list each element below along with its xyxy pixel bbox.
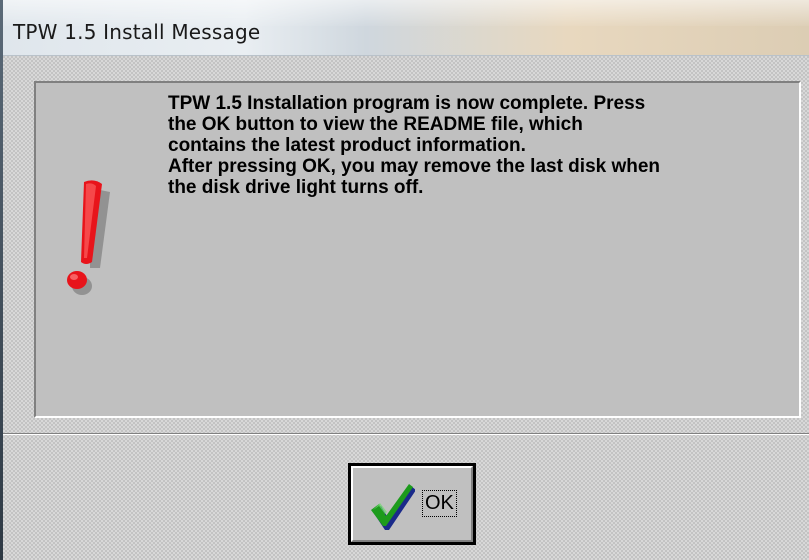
message-panel: TPW 1.5 Installation program is now comp… <box>34 81 801 418</box>
message-text: TPW 1.5 Installation program is now comp… <box>168 93 788 198</box>
message-line: After pressing OK, you may remove the la… <box>168 156 661 177</box>
window-title: TPW 1.5 Install Message <box>13 20 261 44</box>
message-line: the disk drive light turns off. <box>168 177 424 198</box>
ok-button[interactable]: OK <box>348 463 476 545</box>
install-message-dialog: TPW 1.5 Install Message TPW 1.5 Installa… <box>0 0 809 560</box>
message-line: the OK button to view the README file, w… <box>168 114 583 135</box>
button-area-divider <box>3 433 809 435</box>
exclamation-icon <box>67 180 110 295</box>
checkmark-icon <box>371 484 415 530</box>
title-bar[interactable]: TPW 1.5 Install Message <box>3 0 809 56</box>
message-line: contains the latest product information. <box>168 135 526 156</box>
dialog-client-area: TPW 1.5 Installation program is now comp… <box>3 56 809 560</box>
ok-button-label: OK <box>422 490 457 517</box>
ok-button-face: OK <box>351 466 473 542</box>
message-line: TPW 1.5 Installation program is now comp… <box>168 93 646 114</box>
